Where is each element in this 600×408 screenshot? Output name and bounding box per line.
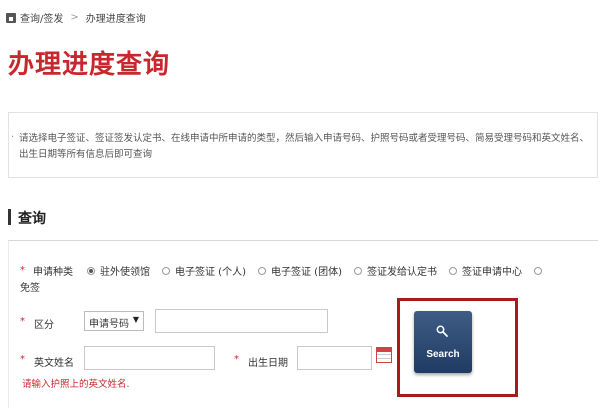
required-mark: * [20, 316, 25, 327]
category-select-value: 申请号码 [89, 319, 129, 330]
english-name-label: 英文姓名 [34, 358, 74, 369]
notice-text: 请选择电子签证、签证签发认定书、在线申请中所申请的类型，然后输入申请号码、护照号… [11, 130, 589, 163]
application-type-label: 申请种类 [33, 267, 73, 278]
radio-button[interactable] [162, 266, 170, 275]
application-type-row: * 申请种类 驻外使领馆 电子签证 (个人) 电子签证 (团体) 签证发给认定书… [20, 263, 547, 278]
category-number-input[interactable] [155, 309, 328, 333]
radio-evisa-group[interactable]: 电子签证 (团体) [257, 263, 342, 278]
birth-date-label: 出生日期 [248, 358, 288, 369]
breadcrumb: 查询/签发 > 办理进度查询 [6, 10, 146, 25]
required-mark: * [20, 354, 25, 365]
section-marker [8, 209, 11, 225]
page-title: 办理进度查询 [8, 50, 171, 80]
english-name-input[interactable] [84, 346, 215, 370]
category-label: 区分 [34, 320, 54, 331]
search-button-label: Search [426, 349, 460, 360]
breadcrumb-item-progress[interactable]: 办理进度查询 [86, 10, 146, 25]
dropdown-arrow-icon: ▼ [132, 315, 139, 324]
radio-button[interactable] [87, 266, 95, 275]
radio-evisa-individual[interactable]: 电子签证 (个人) [162, 263, 246, 278]
radio-button[interactable] [257, 266, 266, 275]
radio-visa-certificate[interactable]: 签证发给认定书 [353, 263, 437, 278]
error-message: 请输入护照上的英文姓名. [22, 379, 130, 390]
search-button[interactable]: Search [414, 311, 472, 373]
radio-button[interactable] [533, 266, 542, 275]
calendar-icon[interactable] [376, 347, 392, 363]
radio-button[interactable] [448, 266, 457, 275]
home-icon[interactable] [6, 12, 16, 23]
radio-button[interactable] [353, 266, 362, 275]
required-mark: * [20, 265, 25, 276]
search-icon [436, 325, 448, 337]
radio-application-center[interactable]: 签证申请中心 [448, 263, 522, 278]
birth-date-input[interactable] [297, 346, 372, 370]
radio-visa-exemption[interactable] [533, 266, 547, 275]
breadcrumb-item-query[interactable]: 查询/签发 [20, 10, 63, 25]
radio-visa-exemption-label: 免签 [20, 283, 40, 294]
breadcrumb-separator: > [70, 12, 79, 23]
radio-embassy[interactable]: 驻外使领馆 [87, 263, 150, 278]
section-title: 查询 [18, 211, 46, 227]
required-mark: * [234, 354, 239, 365]
category-select[interactable]: 申请号码 ▼ [84, 311, 144, 331]
